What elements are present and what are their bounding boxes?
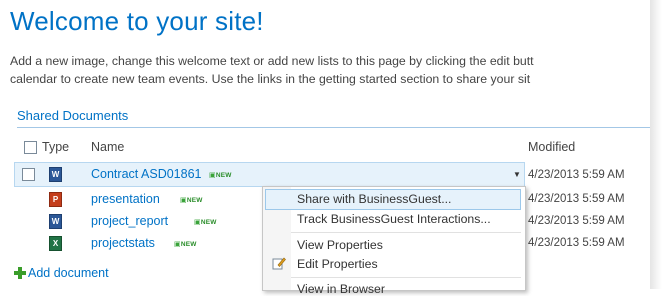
modified-date: 4/23/2013 5:59 AM [528,215,625,227]
menu-item-track-interactions[interactable]: Track BusinessGuest Interactions... [297,212,491,226]
edit-properties-icon [272,257,286,270]
add-plus-icon[interactable] [14,267,26,279]
document-link-presentation[interactable]: presentation [91,192,160,206]
site-page: Welcome to your site! Add a new image, c… [0,0,650,296]
modified-date: 4/23/2013 5:59 AM [528,193,625,205]
column-header-type[interactable]: Type [42,140,69,154]
menu-item-view-properties[interactable]: View Properties [297,238,383,252]
new-badge: NEW [209,171,232,179]
new-badge: NEW [194,218,217,226]
welcome-text: Add a new image, change this welcome tex… [10,52,662,88]
word-document-icon: W [49,214,62,229]
page-title: Welcome to your site! [10,6,264,36]
menu-item-edit-properties[interactable]: Edit Properties [297,257,378,271]
column-header-name[interactable]: Name [91,140,124,154]
section-divider [17,127,650,128]
shared-documents-title[interactable]: Shared Documents [17,108,128,123]
new-badge: NEW [180,196,203,204]
menu-item-share[interactable]: Share with BusinessGuest... [297,192,451,206]
add-document-link[interactable]: Add document [28,266,109,280]
document-link-contract[interactable]: Contract ASD01861 [91,167,202,181]
item-context-menu: Share with BusinessGuest... Track Busine… [262,186,526,296]
menu-separator [291,232,521,233]
document-link-project-report[interactable]: project_report [91,214,168,228]
column-header-modified[interactable]: Modified [528,140,575,154]
welcome-text-line-2: calendar to create new team events. Use … [10,72,531,86]
row-checkbox[interactable] [22,168,35,181]
menu-separator [291,277,521,278]
page-edge-shadow [650,0,662,289]
item-menu-dropdown-icon[interactable]: ▼ [510,167,524,183]
select-all-checkbox[interactable] [24,141,37,154]
powerpoint-document-icon: P [49,192,62,207]
document-link-projectstats[interactable]: projectstats [91,236,155,250]
modified-date: 4/23/2013 5:59 AM [528,237,625,249]
menu-item-view-in-browser[interactable]: View in Browser [297,282,385,296]
excel-document-icon: X [49,236,62,251]
new-badge: NEW [174,240,197,248]
word-document-icon: W [49,167,62,182]
welcome-text-line-1: Add a new image, change this welcome tex… [10,54,534,68]
modified-date: 4/23/2013 5:59 AM [528,169,625,181]
